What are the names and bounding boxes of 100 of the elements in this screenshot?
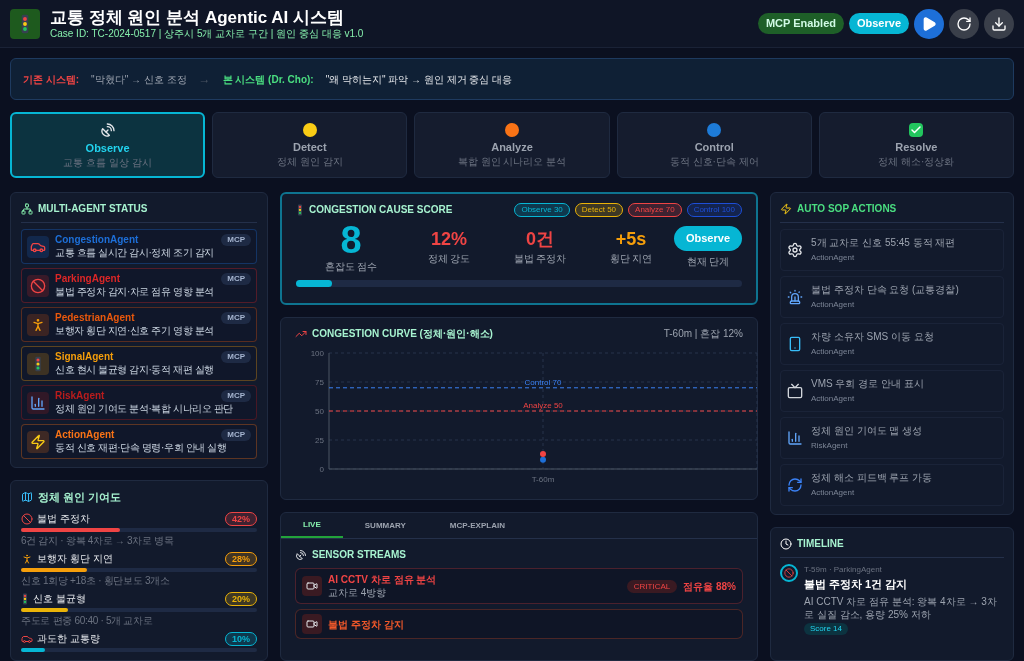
stat-label: 횡단 지연 (609, 251, 653, 266)
agent-description: 정체 원인 기여도 분석·복합 시나리오 판단 (55, 402, 235, 415)
stat-label: 정체 강도 (427, 251, 471, 266)
stage-label: 현재 단계 (686, 254, 730, 269)
view-tab[interactable]: SUMMARY (342, 513, 428, 538)
stat-value: +5s (615, 229, 647, 248)
app-title: 교통 정체 원인 분석 Agentic AI 시스템 (50, 6, 346, 28)
satellite-dish-icon (295, 548, 307, 561)
agent-name: ActionAgent (55, 429, 115, 441)
prohibited-icon (21, 512, 33, 525)
phase-tab[interactable]: Detect 정체 원인 감지 (212, 112, 408, 178)
legacy-label: 기존 시스템: (23, 72, 80, 87)
view-tab[interactable]: LIVE (281, 513, 343, 538)
view-tab[interactable]: MCP-EXPLAIN (427, 513, 527, 538)
phone-icon (787, 336, 803, 352)
mcp-badge: MCP (221, 234, 251, 246)
agent-label: ActionAgent (811, 487, 856, 499)
panel-title: AUTO SOP ACTIONS (797, 202, 897, 216)
agent-description: 보행자 횡단 지연·신호 주기 영향 분석 (55, 324, 215, 337)
pedestrian-icon (21, 552, 33, 565)
phase-tab[interactable]: Analyze 복합 원인 시나리오 분석 (414, 112, 610, 178)
action-text: 불법 주정차 단속 요청 (교통경찰) (811, 283, 959, 296)
stat-value: 12% (430, 229, 467, 248)
map-icon (21, 491, 33, 504)
action-text: VMS 우회 경로 안내 표시 (811, 377, 924, 390)
severity-badge: CRITICAL (626, 579, 678, 593)
sensor-title: 불법 주정차 감지 (328, 617, 404, 631)
traffic-light-icon (19, 13, 31, 34)
network-icon (21, 202, 33, 215)
congestion-score: 8 (340, 221, 362, 259)
cause-detail: 주도로 편중 60:40 · 5개 교차로 (21, 613, 154, 627)
sensor-location: 교차로 4방향 (328, 586, 388, 599)
panel-title: CONGESTION CURVE (정체·원인·해소) (312, 327, 493, 341)
x-tick-label: T-60m (531, 475, 555, 484)
threshold-chip: Analyze 70 (628, 202, 682, 217)
agent-label: ActionAgent (811, 346, 856, 358)
stat-value: 0건 (525, 229, 554, 248)
agent-name: PedestrianAgent (55, 312, 135, 324)
score-label: 혼잡도 점수 (324, 260, 378, 274)
phase-tab[interactable]: Observe 교통 흐름 일상 감시 (10, 112, 206, 178)
y-tick-label: 75 (315, 378, 324, 387)
stage-badge: Observe (673, 226, 742, 251)
cause-detail: 6건 감지 · 왕복 4차로 → 3차로 병목 (21, 533, 175, 547)
cause-label: 과도한 교통량 (37, 632, 100, 645)
agent-name: ParkingAgent (55, 273, 120, 285)
play-button[interactable] (914, 8, 944, 39)
event-title: 불법 주정차 1건 감지 (804, 577, 909, 592)
mcp-badge: MCP (221, 273, 251, 285)
download-icon (991, 15, 1007, 32)
panel-title: CONGESTION CAUSE SCORE (309, 203, 453, 217)
threshold-chip: Detect 50 (574, 202, 624, 217)
agent-name: RiskAgent (55, 390, 105, 402)
agent-label: RiskAgent (811, 440, 849, 452)
panel-title: 정체 원인 기여도 (38, 490, 122, 505)
mcp-badge: MCP (221, 312, 251, 324)
threshold-label: Control 70 (524, 377, 562, 387)
new-system-label: 본 시스템 (Dr. Cho): (222, 72, 314, 87)
curve-meta: T-60m | 혼잡 12% (663, 327, 743, 341)
phase-tab[interactable]: Control 동적 신호·단속 제어 (616, 112, 812, 178)
cause-label: 신호 불균형 (33, 592, 86, 605)
panel-title: MULTI-AGENT STATUS (38, 202, 148, 216)
sensor-reading: 점유율 88% (683, 579, 736, 594)
traffic-light-icon (296, 203, 304, 216)
y-tick-label: 0 (319, 465, 324, 474)
case-subtitle: Case ID: TC-2024-0517 | 상주시 5개 교차로 구간 | 원인 중심 대응 v1.0 (50, 27, 364, 41)
percent-badge: 42% (225, 511, 257, 526)
threshold-label: Analyze 50 (523, 401, 563, 410)
download-button[interactable] (984, 8, 1014, 39)
y-tick-label: 50 (315, 407, 324, 416)
action-text: 5개 교차로 신호 55:45 동적 재편 (811, 236, 956, 249)
agent-name: CongestionAgent (55, 234, 139, 246)
gear-icon (787, 242, 803, 258)
phase-tab[interactable]: Resolve 정체 해소·정상화 (818, 112, 1014, 178)
stat-label: 불법 주정차 (513, 251, 567, 266)
refresh-button[interactable] (949, 8, 979, 39)
agent-label: ActionAgent (811, 393, 856, 405)
agent-label: ActionAgent (811, 252, 856, 264)
traffic-light-icon (32, 355, 44, 372)
y-tick-label: 25 (315, 436, 324, 445)
agent-description: 불법 주정차 감지·차로 점유 영향 분석 (55, 285, 215, 298)
score-badge: Score 14 (804, 622, 849, 635)
agent-label: ActionAgent (811, 299, 856, 311)
prohibited-icon (784, 568, 794, 578)
mcp-badge: MCP (221, 390, 251, 402)
check-icon (909, 122, 924, 137)
tv-icon (787, 383, 803, 399)
event-description: AI CCTV 차로 점유 분석: 왕복 4차로 → 3차로 실질 감소, 용량 25% 저하 (804, 594, 998, 621)
threshold-chip: Control 100 (686, 202, 742, 217)
mcp-status-badge: MCP Enabled (757, 13, 844, 34)
play-icon (921, 15, 937, 32)
refresh-icon (956, 15, 972, 32)
event-meta: T-59m · ParkingAgent (804, 564, 883, 576)
mcp-badge: MCP (221, 429, 251, 441)
traffic-light-icon (21, 592, 29, 605)
new-system-text: "왜 막히는지" 파악 → 원인 제거 중심 대응 (325, 72, 513, 87)
clock-icon (780, 537, 792, 550)
cause-detail: 신호 1회당 +18초 · 횡단보도 3개소 (21, 573, 171, 587)
agent-name: SignalAgent (55, 351, 114, 363)
agent-description: 신호 현시 불균형 감지·동적 재편 실행 (55, 363, 215, 376)
agent-description: 동적 신호 재편·단속 명령·우회 안내 실행 (55, 441, 228, 454)
